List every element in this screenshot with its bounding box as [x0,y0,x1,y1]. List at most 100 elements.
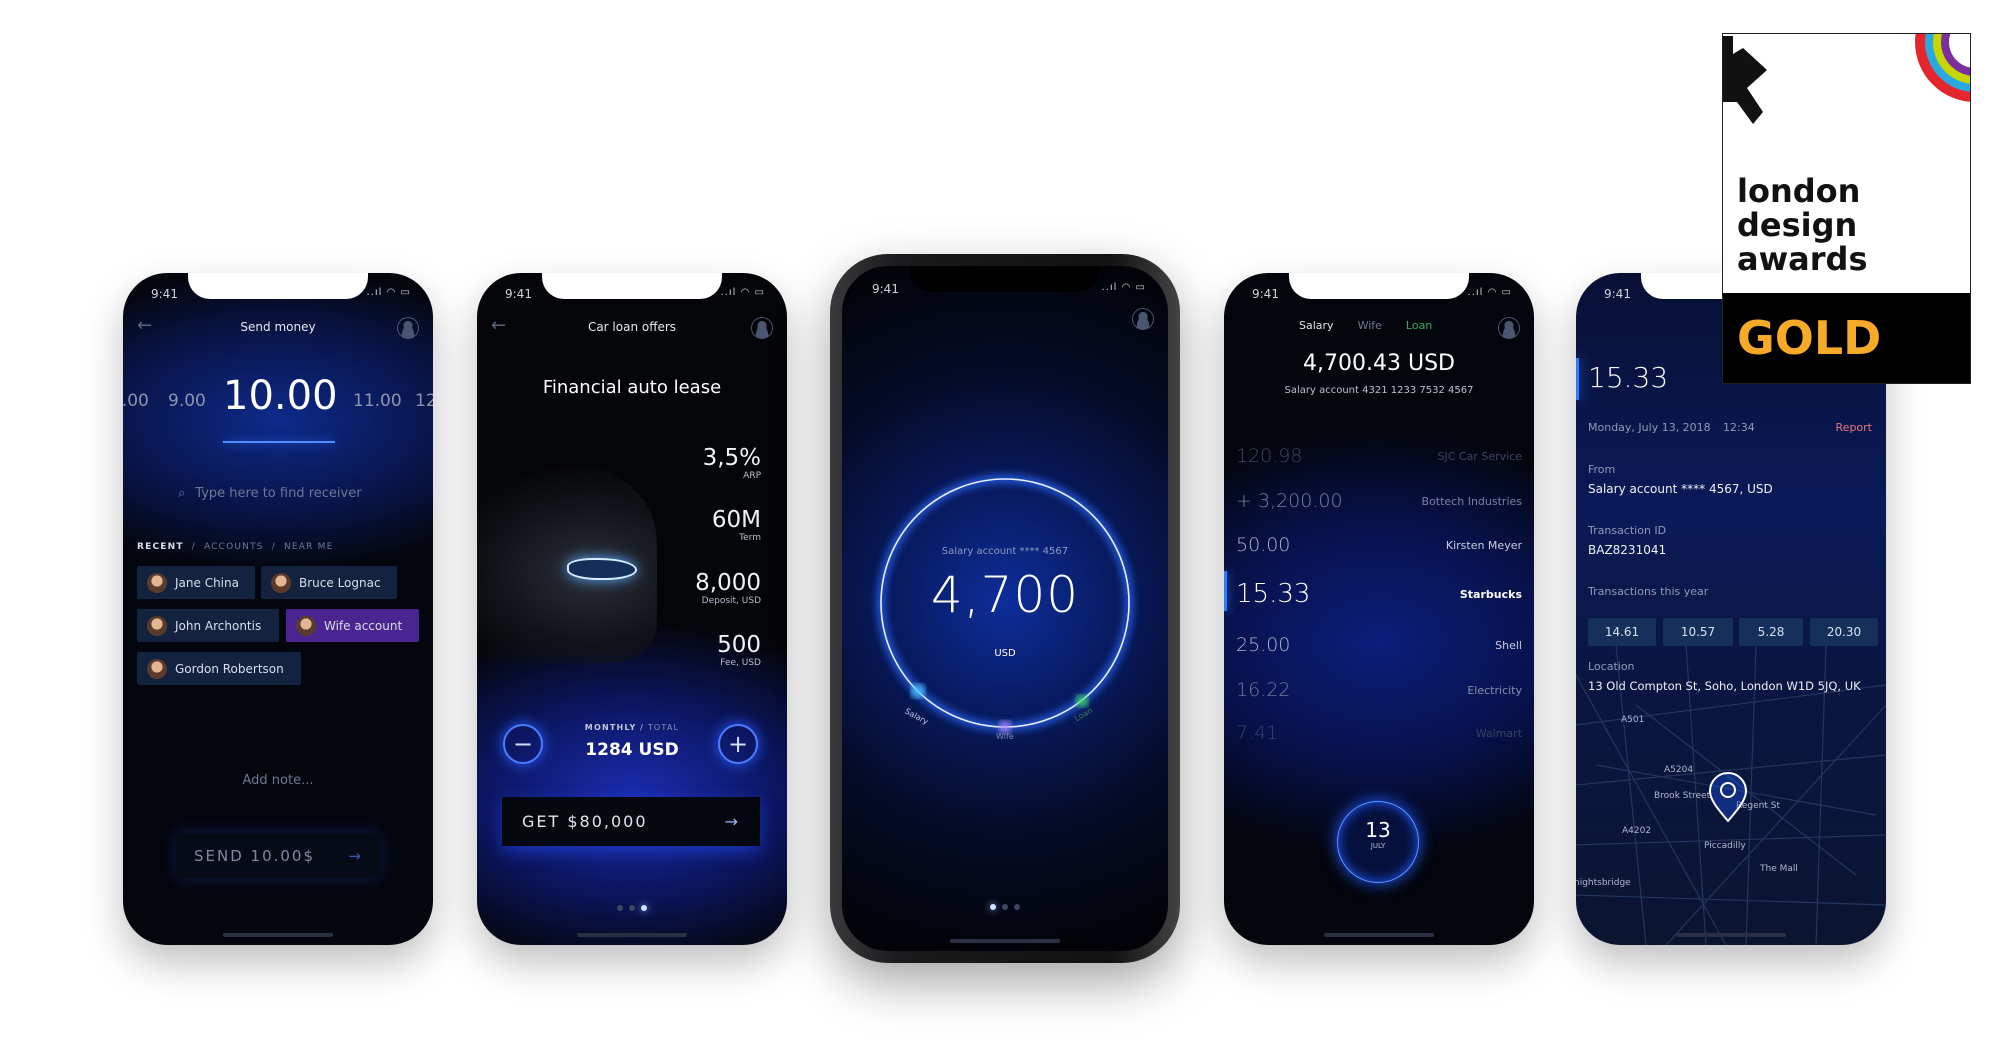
status-time: 9:41 [1604,287,1631,301]
ring-segment-loan [1076,695,1088,707]
transaction-row[interactable]: 15.33 Starbucks [1236,579,1522,609]
location-pin-icon[interactable] [1706,771,1750,825]
tab-total[interactable]: TOTAL [648,723,679,732]
transaction-amount: + 3,200.00 [1236,490,1343,512]
ring-segment-salary [911,684,925,698]
avatar [147,658,167,679]
year-transaction-chip[interactable]: 14.61 [1588,618,1656,646]
home-indicator [950,939,1060,943]
detail-amount: 15.33 [1588,361,1669,394]
contact-tabs: RECENT / ACCOUNTS / NEAR ME [137,542,334,552]
search-input[interactable]: Type here to find receiver [195,486,361,501]
london-design-awards-badge: london design awards GOLD [1722,33,1971,384]
transaction-row[interactable]: + 3,200.00 Bottech Industries [1236,490,1522,512]
selection-marker [1224,571,1227,611]
transaction-row[interactable]: 16.22 Electricity [1236,679,1522,701]
send-button[interactable]: SEND 10.00$ → [176,833,381,878]
award-name: london design awards [1737,172,1868,278]
transaction-merchant: SJC Car Service [1437,449,1523,463]
year-label: Transactions this year [1588,585,1709,598]
receiver-search[interactable]: ⌕ Type here to find receiver [178,486,362,501]
year-transaction-chip[interactable]: 10.57 [1663,618,1733,646]
transaction-merchant: Shell [1495,638,1522,652]
page-indicator [477,905,787,911]
offer-heading: Financial auto lease [542,377,722,398]
profile-icon[interactable] [751,317,773,339]
year-transaction-chip[interactable]: 20.30 [1810,618,1878,646]
tab-salary[interactable]: Salary [1299,319,1334,332]
screen-title: Send money [240,320,316,334]
account-tabs: Salary Wife Loan [1299,319,1432,332]
contact-chip[interactable]: Gordon Robertson [137,652,301,685]
account-number: Salary account 4321 1233 7532 4567 [1284,385,1474,396]
transaction-row[interactable]: 120.98 SJC Car Service [1236,445,1522,467]
year-transaction-chip[interactable]: 5.28 [1739,618,1803,646]
tab-monthly[interactable]: MONTHLY [585,723,637,732]
car-loan-screen: 9:41 ..ıl ◠ ▭ ← Car loan offers Financia… [477,273,787,945]
arrow-right-icon: → [348,846,363,865]
amount-underline [223,441,335,443]
selected-amount[interactable]: 10.00 [223,373,338,419]
transaction-row[interactable]: 25.00 Shell [1236,634,1522,656]
location-label: Location [1588,660,1635,673]
payment-amount: 1284 USD [585,740,679,760]
payment-toggle: MONTHLY / TOTAL [584,723,680,732]
transaction-amount: 120.98 [1236,445,1303,467]
get-loan-button[interactable]: GET $80,000 → [502,797,760,846]
transaction-merchant: Electricity [1467,683,1522,697]
notch [542,273,722,299]
contact-chip-selected[interactable]: Wife account [286,609,419,642]
transaction-merchant: Walmart [1475,726,1522,740]
stat-apr: 3,5% ARP [702,445,761,481]
stat-term: 60M Term [711,507,761,543]
iphone-frame: 9:41 ..ıl ◠ ▭ Salary account **** 4567 4… [830,254,1180,963]
map-label: A4202 [1622,826,1652,836]
tab-wife[interactable]: Wife [1358,319,1382,332]
balance-screen: 9:41 ..ıl ◠ ▭ Salary account **** 4567 4… [842,266,1168,951]
home-indicator [577,933,687,937]
status-icons: ..ıl ◠ ▭ [1467,287,1512,298]
detail-date: Monday, July 13, 2018 [1588,421,1711,434]
home-indicator [1324,933,1434,937]
transaction-amount: 15.33 [1236,579,1311,609]
avatar [271,572,291,593]
transactions-screen: 9:41 ..ıl ◠ ▭ Salary Wife Loan 4,700.43 … [1224,273,1534,945]
report-link[interactable]: Report [1836,421,1872,434]
transaction-row[interactable]: 7.41 Walmart [1236,722,1522,744]
add-note-input[interactable]: Add note... [123,773,433,788]
txid-label: Transaction ID [1588,524,1667,537]
profile-icon[interactable] [1498,317,1520,339]
transaction-amount: 7.41 [1236,722,1279,744]
transaction-row[interactable]: 50.00 Kirsten Meyer [1236,534,1522,556]
profile-icon[interactable] [397,317,419,339]
tab-loan[interactable]: Loan [1406,319,1432,332]
award-level: GOLD [1737,311,1882,365]
tab-accounts[interactable]: ACCOUNTS [204,542,264,552]
notch [188,273,368,299]
page-indicator [842,904,1168,910]
amount-option[interactable]: 9.00 [168,391,206,411]
contact-chip[interactable]: Jane China [137,566,255,599]
map-label: A501 [1621,715,1645,725]
transaction-amount: 25.00 [1236,634,1291,656]
car-image [477,463,657,663]
status-time: 9:41 [151,287,178,301]
contact-chip[interactable]: John Archontis [137,609,279,642]
avatar [296,615,316,636]
amount-option[interactable]: 12.00 [415,391,433,411]
account-label: Salary account **** 4567 [941,546,1069,557]
tab-recent[interactable]: RECENT [137,542,184,552]
amount-option[interactable]: 8.00 [123,391,149,411]
search-icon: ⌕ [178,486,186,501]
date-picker[interactable]: 13 JULY [1337,801,1419,883]
transaction-amount: 16.22 [1236,679,1291,701]
award-level-band: GOLD [1723,293,1970,383]
balance-currency: USD [994,648,1016,659]
contact-chip[interactable]: Bruce Lognac [261,566,397,599]
map-label: nightsbridge [1576,878,1631,888]
transaction-amount: 50.00 [1236,534,1291,556]
amount-option[interactable]: 11.00 [353,391,402,411]
map-label: Brook Street [1654,791,1711,801]
tab-near-me[interactable]: NEAR ME [284,542,334,552]
from-label: From [1588,463,1616,476]
